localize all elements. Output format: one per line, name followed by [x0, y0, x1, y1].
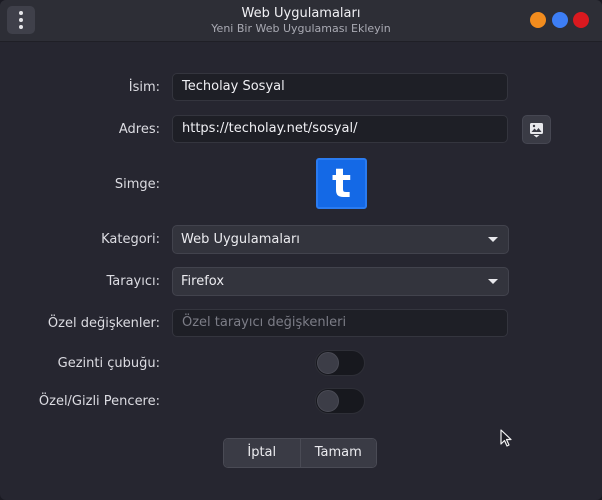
browser-select[interactable]: Firefox	[172, 267, 509, 296]
dialog-buttons: İptal Tamam	[223, 438, 377, 468]
icon-label: Simge:	[114, 177, 160, 192]
title-bar: Web Uygulamaları Yeni Bir Web Uygulaması…	[0, 0, 602, 42]
svg-text:t: t	[332, 161, 351, 207]
category-select[interactable]: Web Uygulamaları	[172, 225, 509, 254]
address-label: Adres:	[118, 122, 160, 137]
switch-knob	[317, 390, 339, 412]
category-value: Web Uygulamaları	[181, 232, 300, 247]
browser-value: Firefox	[181, 274, 225, 289]
image-download-icon	[530, 123, 543, 138]
maximize-button[interactable]	[552, 12, 568, 28]
switch-knob	[317, 352, 339, 374]
window-subtitle: Yeni Bir Web Uygulaması Ekleyin	[211, 22, 391, 35]
category-label: Kategori:	[101, 232, 160, 247]
title-block: Web Uygulamaları Yeni Bir Web Uygulaması…	[0, 6, 602, 36]
cancel-button[interactable]: İptal	[224, 439, 300, 467]
triangle-down-icon	[488, 237, 498, 242]
navbar-switch[interactable]	[315, 350, 365, 376]
browser-label: Tarayıcı:	[106, 274, 160, 289]
custom-vars-input[interactable]: Özel tarayıcı değişkenleri	[172, 309, 508, 337]
minimize-button[interactable]	[530, 12, 546, 28]
name-label: İsim:	[128, 80, 160, 95]
ok-button[interactable]: Tamam	[299, 439, 376, 467]
fetch-favicon-button[interactable]	[522, 115, 551, 144]
mouse-pointer-icon	[500, 429, 512, 447]
window-title: Web Uygulamaları	[241, 6, 361, 21]
address-input[interactable]: https://techolay.net/sosyal/	[172, 115, 508, 143]
private-window-switch[interactable]	[315, 388, 365, 414]
triangle-down-icon	[488, 279, 498, 284]
custom-vars-label: Özel değişkenler:	[47, 316, 160, 331]
app-icon-button[interactable]: t	[316, 158, 367, 209]
techolay-logo-icon: t	[332, 161, 351, 207]
web-apps-window: Web Uygulamaları Yeni Bir Web Uygulaması…	[0, 0, 602, 500]
name-input[interactable]: Techolay Sosyal	[172, 73, 508, 101]
close-button[interactable]	[573, 12, 589, 28]
navbar-label: Gezinti çubuğu:	[57, 356, 160, 371]
private-label: Özel/Gizli Pencere:	[38, 394, 160, 409]
